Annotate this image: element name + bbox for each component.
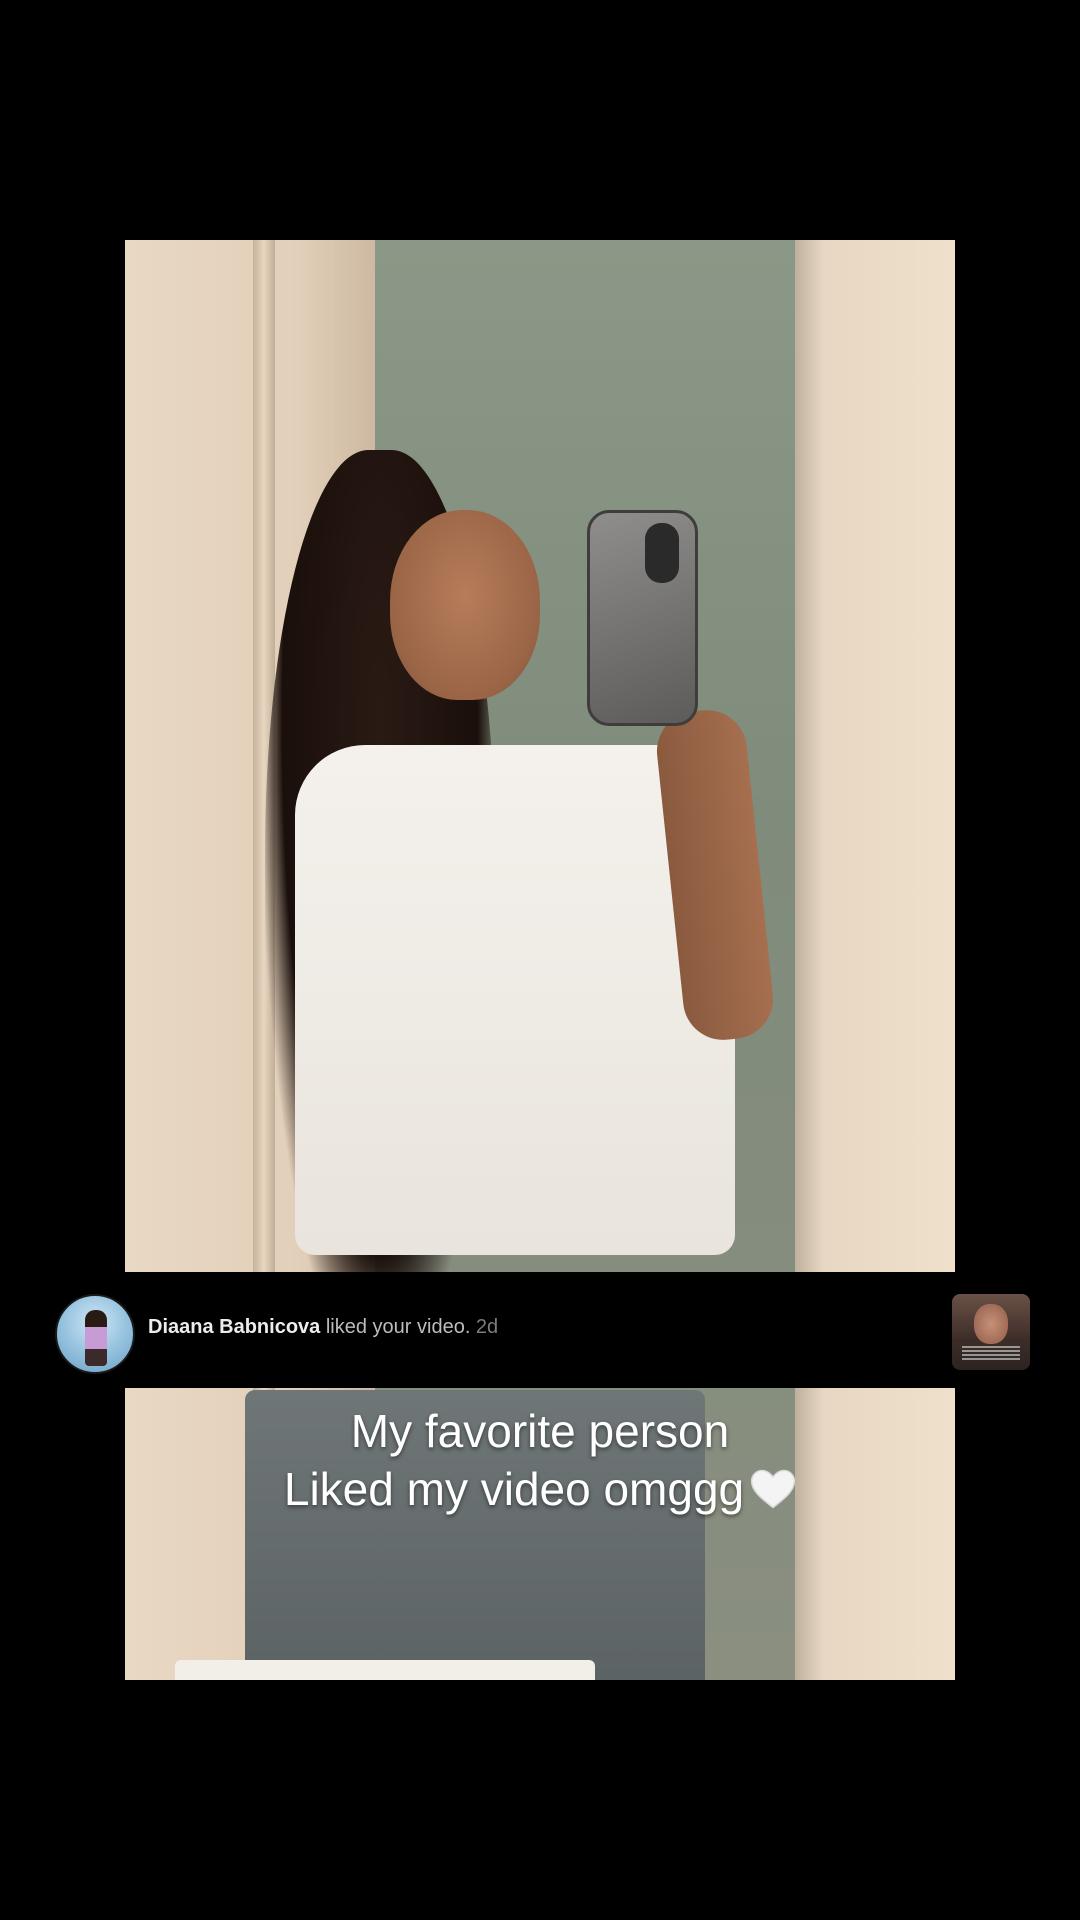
video-thumbnail[interactable]: [952, 1294, 1030, 1370]
video-caption: My favorite person Liked my video omggg: [0, 1402, 1080, 1518]
notification-username[interactable]: Diaana Babnicova: [148, 1316, 320, 1338]
white-heart-icon: [750, 1469, 796, 1509]
notification-time: 2d: [470, 1316, 499, 1338]
notification-text: Diaana Babnicova liked your video. 2d: [148, 1316, 498, 1339]
thumbnail-face: [974, 1304, 1008, 1344]
phone: [587, 510, 698, 726]
like-notification[interactable]: Diaana Babnicova liked your video. 2d: [0, 1272, 1080, 1388]
caption-line-2: Liked my video omggg: [0, 1460, 1080, 1518]
face: [390, 510, 540, 700]
avatar-figure: [85, 1310, 107, 1366]
avatar[interactable]: [55, 1294, 135, 1374]
thumbnail-caption: [962, 1346, 1020, 1360]
phone-camera: [645, 523, 679, 583]
sink: [175, 1660, 595, 1680]
caption-line-2-text: Liked my video omggg: [283, 1463, 745, 1515]
notification-action: liked your video.: [320, 1316, 471, 1338]
caption-line-1: My favorite person: [350, 1405, 730, 1457]
